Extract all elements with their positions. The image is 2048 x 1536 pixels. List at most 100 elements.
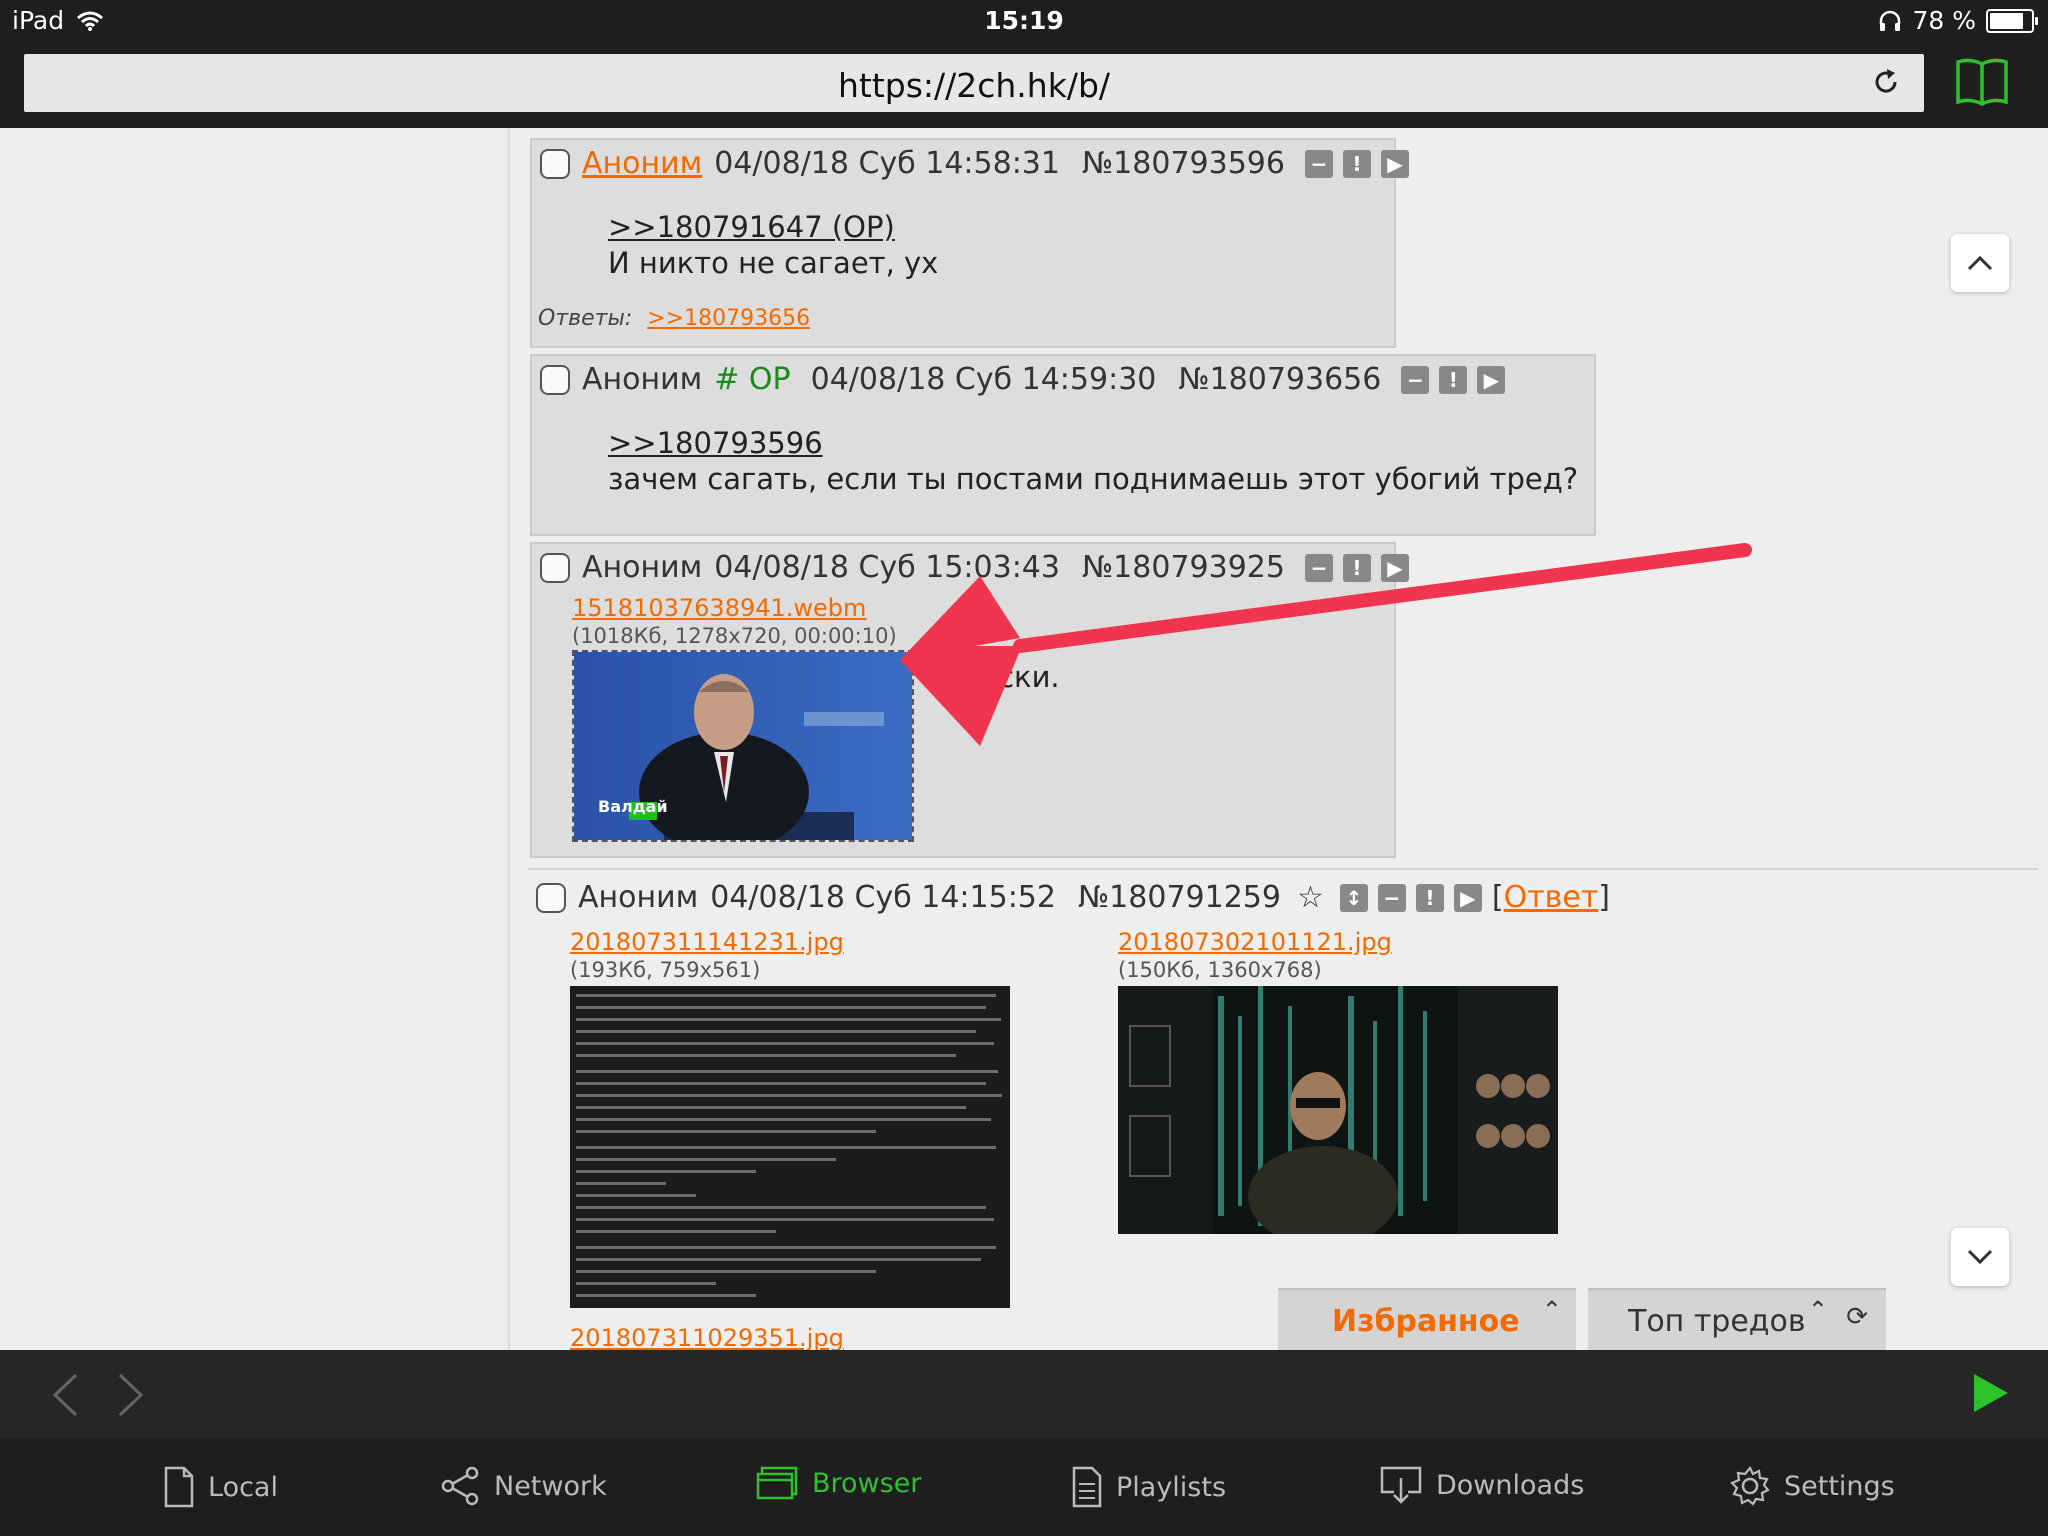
- scroll-up-button[interactable]: [1951, 234, 2009, 292]
- browser-icon: [756, 1466, 798, 1500]
- reply-link[interactable]: >>180793596: [608, 426, 823, 460]
- play-icon[interactable]: ▶: [1380, 149, 1409, 178]
- share-icon: [441, 1466, 479, 1506]
- top-threads-label: Топ тредов: [1628, 1304, 1806, 1339]
- top-threads-tab[interactable]: Топ тредов ⌃ ⟳: [1588, 1288, 1886, 1350]
- post-date: 04/08/18 Суб 14:58:31: [714, 146, 1060, 181]
- image-thumbnail[interactable]: [570, 986, 1010, 1308]
- post-header: Аноним 04/08/18 Суб 14:15:52 №180791259 …: [536, 880, 1610, 915]
- video-thumbnail[interactable]: Валдай: [572, 650, 914, 842]
- post-date: 04/08/18 Суб 14:59:30: [810, 362, 1157, 397]
- back-icon[interactable]: [50, 1372, 80, 1418]
- address-bar[interactable]: https://2ch.hk/b/: [24, 54, 1924, 112]
- replies-link[interactable]: >>180793656: [647, 306, 810, 331]
- select-checkbox[interactable]: [540, 552, 570, 583]
- left-column: [0, 128, 510, 1350]
- report-icon[interactable]: !: [1415, 883, 1444, 912]
- tab-bar: Local Network Browser Playlists Download…: [0, 1438, 2048, 1536]
- op-tripcode: # OP: [714, 362, 791, 397]
- star-icon[interactable]: ☆: [1297, 880, 1324, 915]
- post-message: И никто не сагает, ух: [608, 246, 939, 280]
- headphones-icon: [1880, 10, 1901, 31]
- post-message: зачем сагать, если ты постами поднимаешь…: [608, 462, 1579, 496]
- select-checkbox[interactable]: [536, 882, 566, 913]
- battery-icon: [1986, 8, 2038, 33]
- thread-content: Аноним 04/08/18 Суб 14:58:31 №180793596 …: [0, 128, 2048, 1350]
- collapse-up-icon[interactable]: ⌃: [1808, 1296, 1828, 1324]
- expand-icon[interactable]: ↕: [1339, 883, 1368, 912]
- file-link[interactable]: 201807311029351.jpg: [570, 1324, 844, 1350]
- tab-network[interactable]: Network: [440, 1466, 607, 1506]
- image-thumbnail[interactable]: [1118, 986, 1558, 1234]
- clock: 15:19: [984, 6, 1064, 35]
- gear-icon: [1730, 1466, 1770, 1506]
- hide-icon[interactable]: −: [1304, 149, 1333, 178]
- favorites-label: Избранное: [1332, 1304, 1520, 1339]
- file-link[interactable]: 201807311141231.jpg: [570, 928, 844, 956]
- tab-label: Network: [494, 1470, 607, 1502]
- browser-toolbar: https://2ch.hk/b/: [0, 42, 2048, 128]
- tab-label: Local: [208, 1471, 278, 1503]
- file-info: (193Кб, 759x561): [570, 958, 761, 982]
- tab-label: Settings: [1784, 1470, 1895, 1502]
- playlist-icon: [1072, 1466, 1102, 1508]
- post: Аноним 04/08/18 Суб 14:58:31 №180793596 …: [530, 138, 1409, 348]
- favorites-tab[interactable]: Избранное ⌃: [1278, 1288, 1576, 1350]
- status-bar: iPad 15:19 78 %: [0, 0, 2048, 42]
- forward-icon[interactable]: [116, 1372, 146, 1418]
- select-checkbox[interactable]: [540, 364, 570, 395]
- thumbnail-caption: Валдай: [598, 797, 668, 816]
- scroll-down-button[interactable]: [1951, 1228, 2009, 1286]
- tab-playlists[interactable]: Playlists: [1072, 1466, 1226, 1508]
- post-number[interactable]: №180791259: [1078, 880, 1281, 915]
- tab-label: Playlists: [1116, 1471, 1227, 1503]
- chevron-down-icon: [1967, 1249, 1993, 1265]
- tab-downloads[interactable]: Downloads: [1380, 1466, 1584, 1504]
- chevron-up-icon: [1967, 255, 1993, 271]
- document-icon: [164, 1466, 194, 1508]
- poster-name: Аноним: [578, 880, 699, 915]
- thumbnail-image: [1118, 986, 1558, 1234]
- play-icon[interactable]: ▶: [1477, 365, 1506, 394]
- reload-icon[interactable]: [1870, 66, 1902, 98]
- browser-nav-bar: [0, 1350, 2048, 1438]
- replies-label: Ответы:: [538, 306, 633, 331]
- post: Аноним 04/08/18 Суб 14:15:52 №180791259 …: [530, 880, 2030, 1350]
- poster-name: Аноним: [582, 550, 703, 585]
- refresh-icon[interactable]: ⟳: [1846, 1302, 1868, 1332]
- file-info: (1018Кб, 1278x720, 00:00:10): [572, 624, 897, 648]
- tab-label: Downloads: [1436, 1469, 1585, 1501]
- url-text: https://2ch.hk/b/: [837, 66, 1111, 105]
- tab-local[interactable]: Local: [164, 1466, 278, 1508]
- bookmarks-icon[interactable]: [1954, 56, 2010, 108]
- annotation-arrow-icon: [900, 543, 1752, 746]
- battery-percent: 78 %: [1912, 6, 1976, 35]
- report-icon[interactable]: !: [1439, 365, 1468, 394]
- poster-name[interactable]: Аноним: [582, 146, 702, 181]
- tab-label: Browser: [812, 1467, 922, 1499]
- select-checkbox[interactable]: [540, 148, 570, 179]
- reply-button[interactable]: Ответ: [1504, 880, 1599, 915]
- tab-browser[interactable]: Browser: [756, 1466, 921, 1500]
- post-number[interactable]: №180793596: [1082, 146, 1285, 181]
- download-icon: [1380, 1466, 1422, 1504]
- post-date: 04/08/18 Суб 14:15:52: [710, 880, 1056, 915]
- poster-name: Аноним: [582, 362, 703, 397]
- post: Аноним # OP 04/08/18 Суб 14:59:30 №18079…: [530, 354, 1596, 536]
- play-icon[interactable]: [1972, 1372, 2010, 1414]
- divider: [528, 868, 2038, 870]
- tab-settings[interactable]: Settings: [1730, 1466, 1895, 1506]
- file-link[interactable]: 15181037638941.webm: [572, 594, 866, 622]
- file-link[interactable]: 201807302101121.jpg: [1118, 928, 1392, 956]
- report-icon[interactable]: !: [1342, 149, 1371, 178]
- file-info: (150Кб, 1360x768): [1118, 958, 1322, 982]
- collapse-up-icon[interactable]: ⌃: [1542, 1296, 1562, 1324]
- hide-icon[interactable]: −: [1401, 365, 1430, 394]
- thumbnail-image: Валдай: [574, 652, 912, 840]
- play-icon[interactable]: ▶: [1453, 883, 1482, 912]
- post-header: Аноним # OP 04/08/18 Суб 14:59:30 №18079…: [540, 362, 1506, 397]
- reply-link[interactable]: >>180791647 (OP): [608, 210, 895, 244]
- post-header: Аноним 04/08/18 Суб 14:58:31 №180793596 …: [540, 146, 1409, 181]
- post-number[interactable]: №180793656: [1178, 362, 1381, 397]
- hide-icon[interactable]: −: [1377, 883, 1406, 912]
